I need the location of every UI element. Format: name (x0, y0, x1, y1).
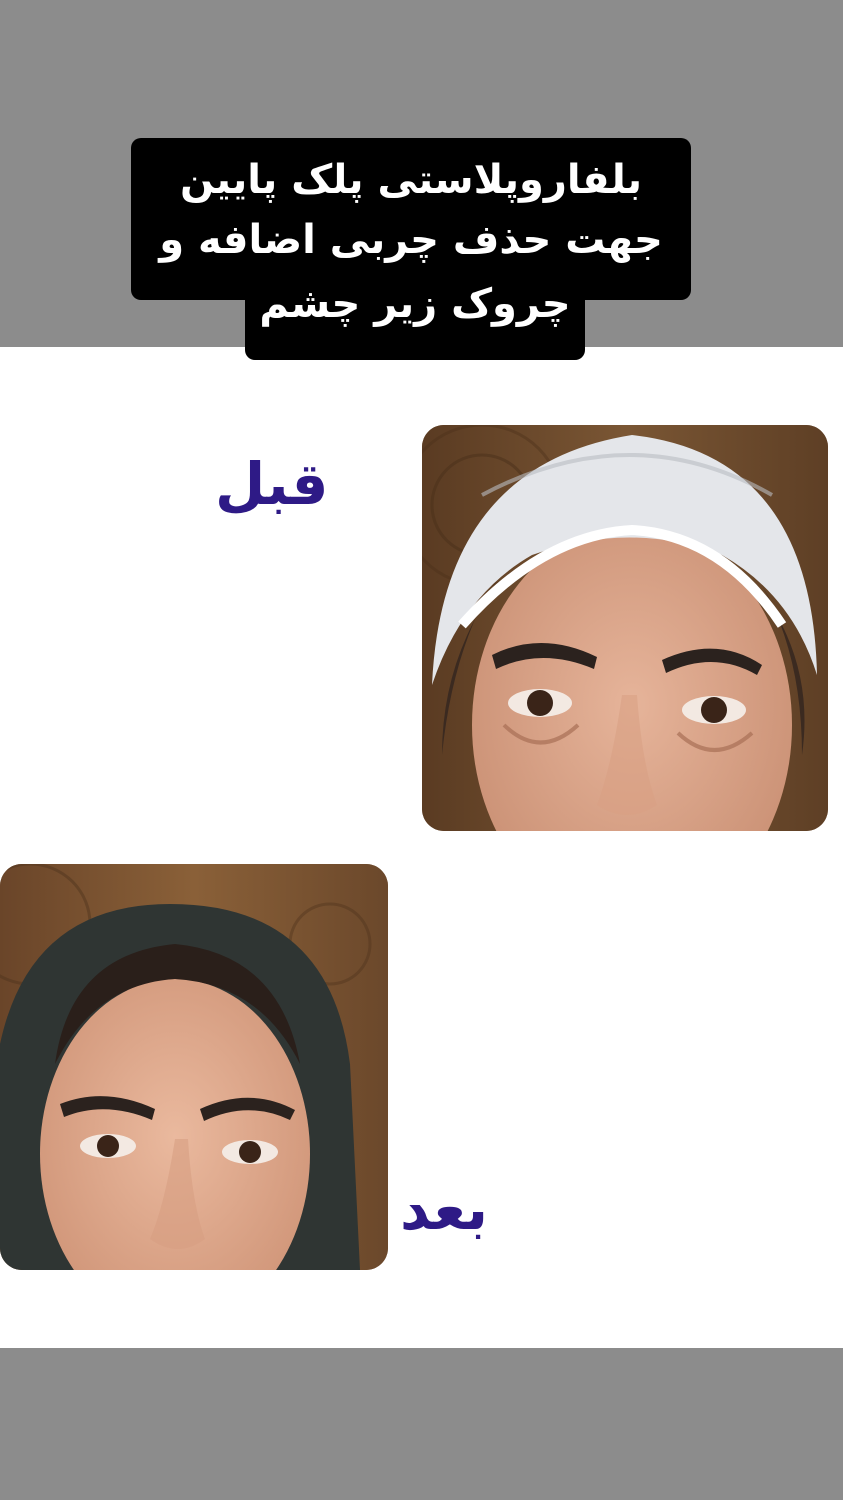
title-box-last-line: چروک زیر چشم (245, 268, 585, 360)
before-label: قبل (215, 450, 329, 518)
after-label: بعد (400, 1175, 489, 1243)
title-line-1: بلفاروپلاستی پلک پایین (179, 157, 643, 203)
after-photo (0, 864, 388, 1270)
title-line-2: جهت حذف چربی اضافه و (159, 217, 663, 263)
title-line-3: چروک زیر چشم (259, 281, 571, 327)
bottom-gray-band (0, 1348, 843, 1500)
before-photo (422, 425, 828, 831)
